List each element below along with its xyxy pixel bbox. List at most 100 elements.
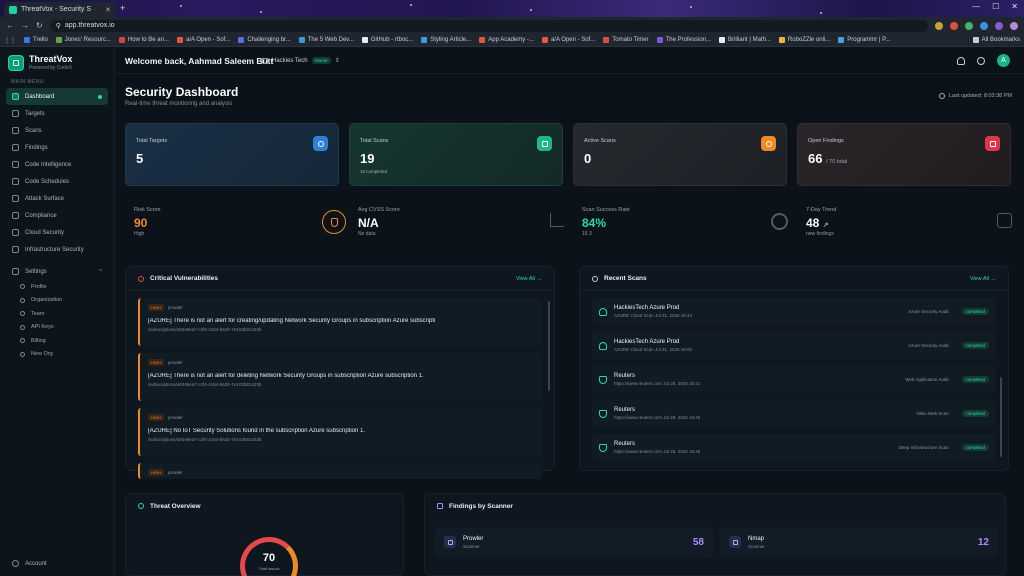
stat-card-active-scans[interactable]: Active Scans 0 [573,123,787,186]
extension-icon[interactable] [950,21,958,30]
minimize-icon[interactable]: — [972,2,980,11]
bookmark[interactable]: Trello [24,37,48,43]
extension-icon[interactable] [965,21,973,30]
sidebar-item-findings[interactable]: Findings [6,139,108,156]
vulnerability-item[interactable]: HIGH prowler [AZURE] No IoT Security Solu… [138,408,542,456]
metric-value: 84% [582,216,607,230]
close-icon[interactable]: ✕ [105,6,111,14]
sidebar-subitem-profile[interactable]: Profile [6,280,108,294]
stat-card-total-targets[interactable]: Total Targets 5 [125,123,339,186]
scanner-card-nmap[interactable]: Nmap Scanner 12 [720,527,998,557]
bookmark[interactable]: The 5 Web Dev... [298,37,354,43]
bookmark[interactable]: App Academy -... [479,37,534,43]
sidebar-item-account[interactable]: Account [12,560,47,567]
site-info-icon[interactable]: ⚲ [56,22,61,30]
maximize-icon[interactable]: ☐ [992,2,999,11]
sidebar-item-dashboard[interactable]: Dashboard [6,88,108,105]
vulnerability-item[interactable]: HIGH prowler [AZURE] There is not an aler… [138,298,542,346]
org-name: Hackies Tech [272,57,308,64]
sidebar-subitem-new-org[interactable]: New Org [6,348,108,362]
extension-icon[interactable] [980,21,988,30]
bar-chart-icon [550,213,564,227]
sidebar-subitem-billing[interactable]: Billing [6,334,108,348]
stat-label: Open Findings [808,138,844,144]
bookmarks-bar: ⋮⋮ Trello Jones' Resourc... How to Be an… [0,34,1024,47]
scrollbar[interactable] [1000,377,1002,457]
apps-icon[interactable]: ⋮⋮ [4,37,16,44]
org-switcher[interactable]: Hackies Tech Owner ⇕ [262,57,340,64]
main-menu-heading: MAIN MENU [11,79,45,85]
sidebar-item-code-intelligence[interactable]: Code Intelligence [6,156,108,173]
avatar[interactable]: A [997,54,1010,67]
scan-item[interactable]: HackiesTech Azure Prod AZURE Cloud Scan J… [592,298,996,325]
cloud-icon [599,341,607,350]
scanner-count: 12 [977,536,989,548]
view-all-link[interactable]: View All → [970,276,996,282]
page-subtitle: Real-time threat monitoring and analysis [125,101,233,107]
sidebar-subitem-organization[interactable]: Organization [6,294,108,308]
scanner-card-prowler[interactable]: Prowler Scanner 58 [435,527,713,557]
sidebar-subitem-team[interactable]: Team [6,307,108,321]
threat-label: Total Issues [258,566,280,571]
sidebar-item-code-schedules[interactable]: Code Schedules [6,173,108,190]
threatvox-logo-icon [8,54,24,71]
stat-value: 66 / 70 total [808,151,848,166]
bookmark[interactable]: Challenging br... [238,37,291,43]
bookmark[interactable]: Styling Article... [421,37,471,43]
browser-tab[interactable]: ThreatVox - Security S ✕ [4,2,116,17]
bookmark[interactable]: Programmr | P... [838,37,890,43]
brand[interactable]: ThreatVox Powered by CodeX [8,54,72,71]
sidebar-item-cloud-security[interactable]: Cloud Security [6,224,108,241]
all-bookmarks[interactable]: All Bookmarks [972,37,1020,43]
dashboard-icon [12,93,19,100]
browser-tab-bar: ThreatVox - Security S ✕ + — ☐ ✕ [0,0,1024,17]
bookmark[interactable]: Brilliant | Math... [719,37,771,43]
scanner-sub: Scanner [463,543,480,549]
new-tab-icon[interactable]: + [120,3,125,13]
severity-badge: HIGH [148,469,164,476]
bookmark[interactable]: a/A Open - Sof... [541,37,595,43]
scan-item[interactable]: Reuters https://www.reuters.com Jul 28, 2… [592,434,996,461]
sidebar-item-targets[interactable]: Targets [6,105,108,122]
bookmark[interactable]: a/A Open - Sof... [176,37,230,43]
view-all-link[interactable]: View All → [516,276,542,282]
bookmark[interactable]: Jones' Resourc... [55,37,111,43]
stat-card-open-findings[interactable]: Open Findings 66 / 70 total [797,123,1011,186]
back-icon[interactable]: ← [6,21,14,30]
alert-icon [138,275,144,282]
stat-card-total-scans[interactable]: Total Scans 19 15 completed [349,123,563,186]
scanner-icon [444,536,456,548]
scan-name: HackiesTech Azure Prod [614,305,680,311]
window-close-icon[interactable]: ✕ [1011,2,1018,11]
sidebar-item-scans[interactable]: Scans [6,122,108,139]
bookmark[interactable]: GitHub - rtboc... [361,37,413,43]
sidebar-subitem-api-keys[interactable]: API Keys [6,321,108,335]
sidebar-item-infrastructure-security[interactable]: Infrastructure Security [6,241,108,258]
reload-icon[interactable]: ↻ [36,21,43,30]
scan-item[interactable]: Reuters https://www.reuters.com Jul 28, 2… [592,366,996,393]
bookmark[interactable]: RoboZZle onli... [778,37,830,43]
sidebar-item-attack-surface[interactable]: Attack Surface [6,190,108,207]
vulnerability-title: [AZURE] There is not an alert for creati… [148,318,436,324]
scan-item[interactable]: HackiesTech Azure Prod AZURE Cloud Scan J… [592,332,996,359]
extension-icon[interactable] [935,21,943,30]
sun-icon[interactable] [977,56,985,65]
forward-icon[interactable]: → [21,21,29,30]
vulnerability-item[interactable]: HIGH prowler [AZURE] There is not an aler… [138,353,542,401]
bookmark[interactable]: The Profession... [656,37,711,43]
metric-label: Scan Success Rate [582,207,630,213]
sidebar-item-compliance[interactable]: Compliance [6,207,108,224]
role-badge: Owner [311,57,331,64]
sidebar-item-settings[interactable]: Settings ^ [6,263,108,280]
metric-7-day-trend: 7-Day Trend 48 ↗ new findings [806,207,1018,247]
bookmark[interactable]: Tomato Timer [603,37,649,43]
vulnerability-item[interactable]: HIGH prowler [138,463,542,479]
building-icon [262,57,268,64]
scan-item[interactable]: Reuters https://www.reuters.com Jul 28, 2… [592,400,996,427]
extension-icon[interactable] [995,21,1003,30]
url-input[interactable]: ⚲ app.threatvox.io [49,19,928,32]
bookmark[interactable]: How to Be an... [118,37,169,43]
bell-icon[interactable] [957,56,965,65]
browser-profile-avatar[interactable] [1010,21,1018,30]
scrollbar[interactable] [548,301,550,391]
